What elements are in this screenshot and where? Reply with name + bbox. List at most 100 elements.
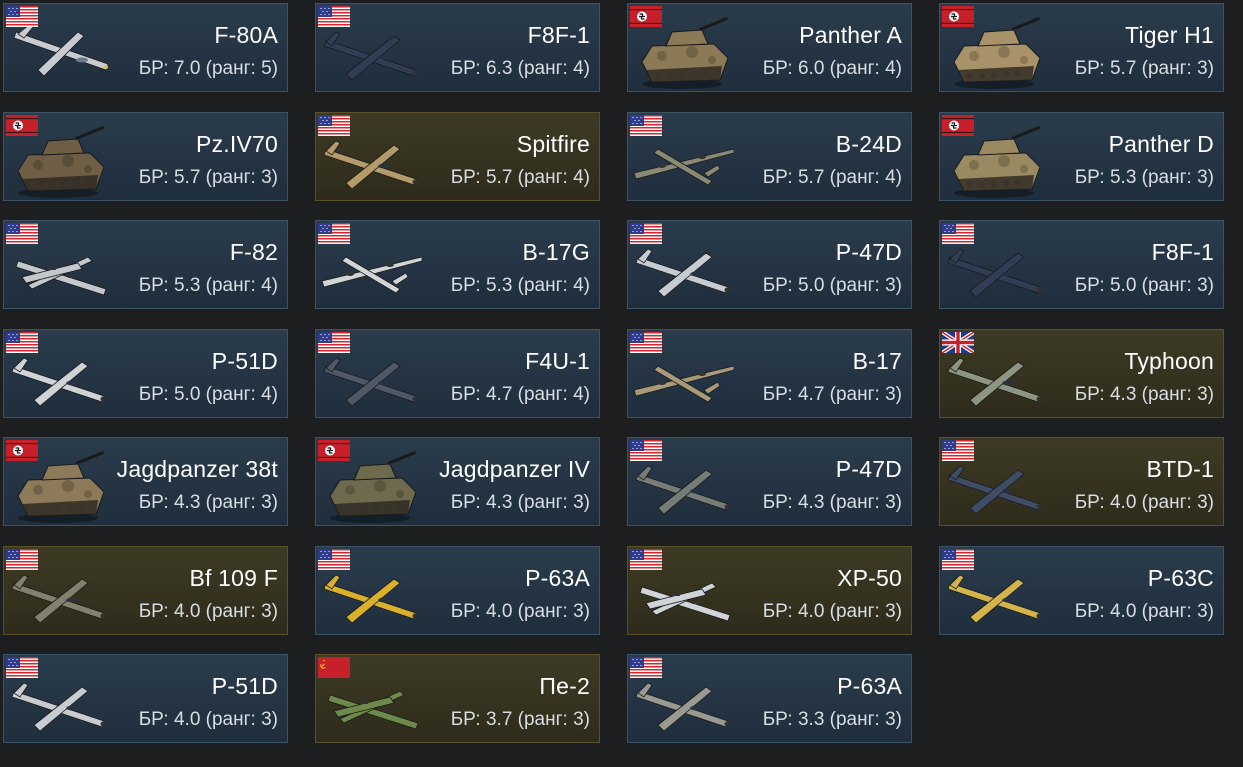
- vehicle-name: BTD-1: [1146, 456, 1214, 482]
- vehicle-card[interactable]: B-17G БР: 5.3 (ранг: 4): [315, 220, 600, 309]
- usa-flag-icon: [318, 331, 350, 353]
- usa-flag-icon: [630, 440, 662, 461]
- vehicle-name: Panther A: [799, 22, 902, 48]
- usa-flag-icon: [630, 548, 662, 570]
- vehicle-card[interactable]: P-47D БР: 4.3 (ранг: 3): [627, 437, 912, 526]
- vehicle-card[interactable]: Pz.IV70 БР: 5.7 (ранг: 3): [3, 111, 288, 201]
- usa-flag-icon: [6, 6, 38, 27]
- battle-rating: БР: 4.7 (ранг: 4): [450, 383, 590, 405]
- vehicle-card[interactable]: B-24D БР: 5.7 (ранг: 4): [627, 111, 912, 201]
- battle-rating: БР: 4.0 (ранг: 3): [1074, 492, 1214, 513]
- vehicle-name: P-63A: [837, 673, 902, 699]
- usa-flag-icon: [630, 223, 662, 244]
- usa-flag-icon: [318, 6, 350, 27]
- vehicle-name: F-82: [229, 239, 278, 265]
- usa-flag-icon: [942, 440, 974, 461]
- vehicle-name: P-51D: [211, 347, 278, 374]
- usa-flag-icon: [630, 657, 662, 678]
- uk-flag-icon: [942, 331, 974, 353]
- vehicle-card[interactable]: XP-50 БР: 4.0 (ранг: 3): [627, 545, 912, 635]
- usa-flag-icon: [318, 548, 350, 570]
- vehicle-name: B-24D: [835, 130, 902, 157]
- battle-rating: БР: 4.3 (ранг: 3): [762, 492, 902, 513]
- battle-rating: БР: 5.7 (ранг: 4): [762, 166, 902, 188]
- vehicle-card[interactable]: Bf 109 F БР: 4.0 (ранг: 3): [3, 545, 288, 635]
- vehicle-card[interactable]: Panther D БР: 5.3 (ранг: 3): [939, 111, 1224, 201]
- vehicle-name: F8F-1: [527, 22, 590, 48]
- vehicle-name: Typhoon: [1124, 347, 1214, 374]
- battle-rating: БР: 5.3 (ранг: 4): [138, 275, 278, 296]
- vehicle-card[interactable]: BTD-1 БР: 4.0 (ранг: 3): [939, 437, 1224, 526]
- vehicle-name: Pz.IV70: [196, 130, 278, 157]
- vehicle-name: F8F-1: [1151, 239, 1214, 265]
- battle-rating: БР: 3.3 (ранг: 3): [762, 709, 902, 730]
- vehicle-card[interactable]: Tiger H1 БР: 5.7 (ранг: 3): [939, 3, 1224, 92]
- vehicle-name: Tiger H1: [1125, 22, 1214, 48]
- usa-flag-icon: [942, 223, 974, 244]
- vehicle-name: P-51D: [211, 673, 278, 699]
- vehicle-card[interactable]: F8F-1 БР: 5.0 (ранг: 3): [939, 220, 1224, 309]
- battle-rating: БР: 5.0 (ранг: 3): [762, 275, 902, 296]
- vehicle-card[interactable]: P-51D БР: 4.0 (ранг: 3): [3, 654, 288, 743]
- battle-rating: БР: 5.3 (ранг: 3): [1074, 166, 1214, 188]
- vehicle-card[interactable]: P-63A БР: 4.0 (ранг: 3): [315, 545, 600, 635]
- vehicle-card[interactable]: Typhoon БР: 4.3 (ранг: 3): [939, 328, 1224, 418]
- vehicle-card[interactable]: Panther A БР: 6.0 (ранг: 4): [627, 3, 912, 92]
- germany-flag-icon: [6, 440, 38, 461]
- battle-rating: БР: 4.3 (ранг: 3): [1074, 383, 1214, 405]
- battle-rating: БР: 4.3 (ранг: 3): [138, 492, 278, 513]
- vehicle-name: F4U-1: [525, 347, 590, 374]
- battle-rating: БР: 4.0 (ранг: 3): [450, 600, 590, 622]
- ussr-flag-icon: [318, 657, 350, 678]
- battle-rating: БР: 5.7 (ранг: 4): [450, 166, 590, 188]
- battle-rating: БР: 5.7 (ранг: 3): [138, 166, 278, 188]
- usa-flag-icon: [630, 331, 662, 353]
- vehicle-card[interactable]: F4U-1 БР: 4.7 (ранг: 4): [315, 328, 600, 418]
- vehicle-name: B-17: [852, 347, 902, 374]
- battle-rating: БР: 5.0 (ранг: 4): [138, 383, 278, 405]
- usa-flag-icon: [942, 548, 974, 570]
- germany-flag-icon: [942, 114, 974, 136]
- vehicle-card[interactable]: F-82 БР: 5.3 (ранг: 4): [3, 220, 288, 309]
- usa-flag-icon: [6, 548, 38, 570]
- usa-flag-icon: [630, 114, 662, 136]
- battle-rating: БР: 4.0 (ранг: 3): [762, 600, 902, 622]
- germany-flag-icon: [630, 6, 662, 27]
- usa-flag-icon: [6, 657, 38, 678]
- vehicle-name: Пе-2: [539, 673, 590, 699]
- vehicle-card[interactable]: Jagdpanzer IV БР: 4.3 (ранг: 3): [315, 437, 600, 526]
- vehicle-card[interactable]: Пе-2 БР: 3.7 (ранг: 3): [315, 654, 600, 743]
- vehicle-name: P-47D: [835, 456, 902, 482]
- vehicle-card[interactable]: P-63A БР: 3.3 (ранг: 3): [627, 654, 912, 743]
- vehicle-name: XP-50: [837, 564, 902, 591]
- vehicle-name: B-17G: [522, 239, 590, 265]
- vehicle-name: F-80A: [214, 22, 278, 48]
- vehicle-name: Spitfire: [516, 130, 590, 157]
- vehicle-card[interactable]: P-47D БР: 5.0 (ранг: 3): [627, 220, 912, 309]
- vehicle-name: P-63C: [1147, 564, 1214, 591]
- battle-rating: БР: 4.3 (ранг: 3): [450, 492, 590, 513]
- vehicle-card[interactable]: F-80A БР: 7.0 (ранг: 5): [3, 3, 288, 92]
- vehicle-card[interactable]: P-51D БР: 5.0 (ранг: 4): [3, 328, 288, 418]
- vehicle-name: Bf 109 F: [189, 564, 278, 591]
- battle-rating: БР: 4.0 (ранг: 3): [138, 600, 278, 622]
- vehicle-name: Jagdpanzer 38t: [116, 456, 278, 482]
- vehicle-card[interactable]: B-17 БР: 4.7 (ранг: 3): [627, 328, 912, 418]
- usa-flag-icon: [6, 223, 38, 244]
- vehicle-name: Jagdpanzer IV: [439, 456, 590, 482]
- battle-rating: БР: 4.0 (ранг: 3): [138, 709, 278, 730]
- vehicle-card[interactable]: F8F-1 БР: 6.3 (ранг: 4): [315, 3, 600, 92]
- usa-flag-icon: [318, 223, 350, 244]
- vehicle-card[interactable]: Spitfire БР: 5.7 (ранг: 4): [315, 111, 600, 201]
- battle-rating: БР: 4.7 (ранг: 3): [762, 383, 902, 405]
- battle-rating: БР: 5.3 (ранг: 4): [450, 275, 590, 296]
- germany-flag-icon: [942, 6, 974, 27]
- germany-flag-icon: [318, 440, 350, 461]
- vehicle-card[interactable]: Jagdpanzer 38t БР: 4.3 (ранг: 3): [3, 437, 288, 526]
- germany-flag-icon: [6, 114, 38, 136]
- vehicle-grid: F-80A БР: 7.0 (ранг: 5) F8F-1 БР: 6.3 (ран…: [3, 3, 1224, 743]
- usa-flag-icon: [6, 331, 38, 353]
- usa-flag-icon: [318, 114, 350, 136]
- vehicle-name: P-63A: [525, 564, 590, 591]
- vehicle-card[interactable]: P-63C БР: 4.0 (ранг: 3): [939, 545, 1224, 635]
